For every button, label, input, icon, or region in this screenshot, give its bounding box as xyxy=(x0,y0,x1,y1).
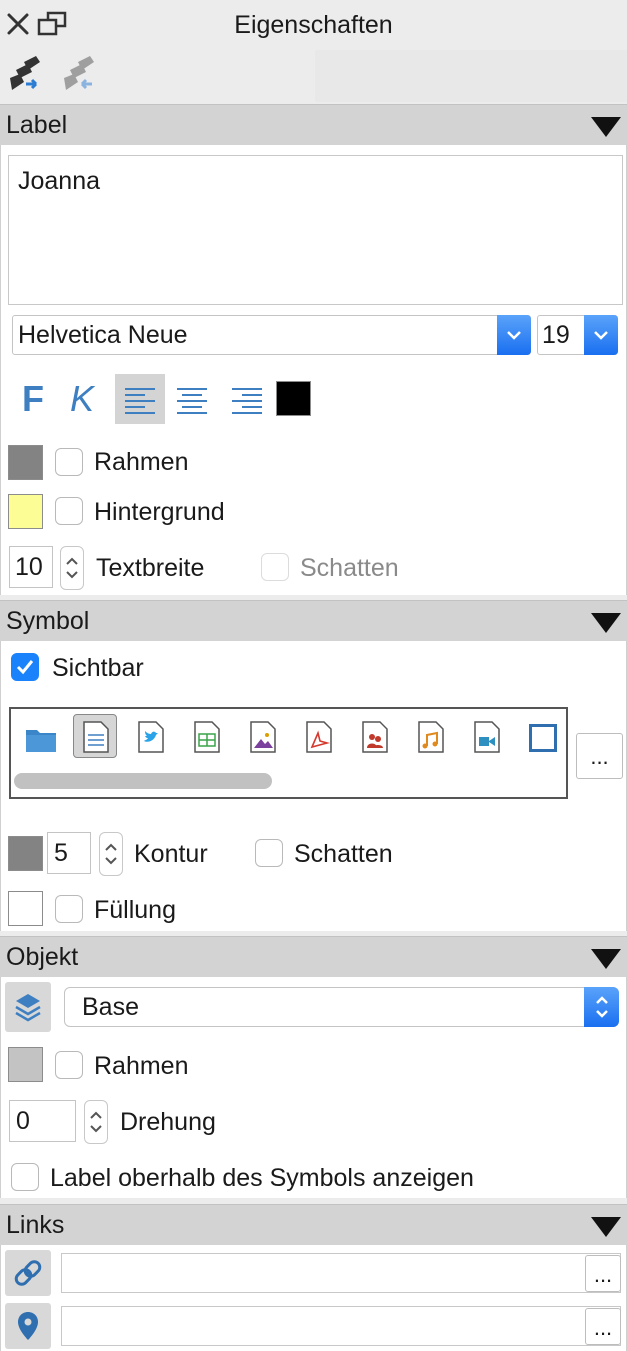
fill-color-swatch[interactable] xyxy=(8,891,43,926)
rotation-label: Drehung xyxy=(120,1108,216,1136)
twitter-icon[interactable] xyxy=(138,721,164,753)
label-section-header[interactable]: Label xyxy=(0,104,627,145)
layers-button[interactable] xyxy=(5,982,51,1032)
label-above-label: Label oberhalb des Symbols anzeigen xyxy=(50,1164,474,1192)
location-pin-icon xyxy=(18,1312,38,1340)
rotation-value: 0 xyxy=(16,1107,30,1135)
links-section-header[interactable]: Links xyxy=(0,1204,627,1245)
bold-button[interactable]: F xyxy=(22,378,44,420)
dropdown-arrow-icon[interactable] xyxy=(584,315,618,355)
checkmark-icon xyxy=(16,660,34,675)
text-color-swatch[interactable] xyxy=(276,381,311,416)
link-more-button[interactable]: ... xyxy=(585,1255,621,1292)
align-left-button[interactable] xyxy=(115,374,165,424)
location-input[interactable]: ... xyxy=(61,1306,621,1346)
layers-icon xyxy=(15,994,41,1022)
section-title: Symbol xyxy=(6,607,90,635)
object-section-header[interactable]: Objekt xyxy=(0,936,627,977)
symbol-shadow-checkbox[interactable] xyxy=(255,839,283,867)
outline-stepper[interactable] xyxy=(99,832,123,876)
gallery-scrollbar[interactable] xyxy=(14,773,272,789)
more-label: ... xyxy=(590,744,609,769)
visible-checkbox[interactable] xyxy=(11,653,39,681)
object-frame-label: Rahmen xyxy=(94,1052,189,1080)
fill-checkbox[interactable] xyxy=(55,895,83,923)
folder-icon[interactable] xyxy=(25,727,57,753)
copy-style-icon[interactable] xyxy=(6,56,46,97)
text-width-value: 10 xyxy=(15,553,43,581)
symbol-more-button[interactable]: ... xyxy=(576,733,623,779)
outline-color-swatch[interactable] xyxy=(8,836,43,871)
rotation-stepper[interactable] xyxy=(84,1100,108,1144)
outline-width-value: 5 xyxy=(54,839,68,867)
italic-button[interactable]: K xyxy=(70,378,94,420)
toolbar-spacer xyxy=(315,50,627,102)
label-above-checkbox[interactable] xyxy=(11,1163,39,1191)
text-width-input[interactable]: 10 xyxy=(9,546,53,588)
outline-label: Kontur xyxy=(134,840,208,868)
label-text: Joanna xyxy=(18,167,101,195)
object-frame-checkbox[interactable] xyxy=(55,1051,83,1079)
window-title: Eigenschaften xyxy=(234,11,393,39)
symbol-shadow-label: Schatten xyxy=(294,840,393,868)
toolbar xyxy=(0,50,627,102)
title-bar: Eigenschaften xyxy=(0,0,627,50)
font-value: Helvetica Neue xyxy=(18,321,188,349)
location-button[interactable] xyxy=(5,1303,51,1349)
background-checkbox[interactable] xyxy=(55,497,83,525)
align-left-icon xyxy=(125,388,155,414)
font-select[interactable]: Helvetica Neue xyxy=(12,315,531,355)
align-center-icon[interactable] xyxy=(177,384,207,414)
location-more-button[interactable]: ... xyxy=(585,1308,621,1345)
link-button[interactable] xyxy=(5,1250,51,1296)
collapse-triangle-icon[interactable] xyxy=(591,1217,621,1237)
label-shadow-checkbox[interactable] xyxy=(261,553,289,581)
contacts-icon[interactable] xyxy=(362,721,388,753)
section-title: Links xyxy=(6,1211,65,1239)
document-icon xyxy=(83,721,109,753)
image-icon[interactable] xyxy=(250,721,276,753)
fill-label: Füllung xyxy=(94,896,176,924)
music-icon[interactable] xyxy=(418,721,444,753)
font-size-select[interactable]: 19 xyxy=(537,315,618,355)
collapse-triangle-icon[interactable] xyxy=(591,117,621,137)
document-icon-selected[interactable] xyxy=(73,714,117,758)
pdf-icon[interactable] xyxy=(306,721,332,753)
text-width-stepper[interactable] xyxy=(60,546,84,590)
visible-label: Sichtbar xyxy=(52,654,144,682)
dropdown-arrow-icon[interactable] xyxy=(497,315,531,355)
updown-arrow-icon[interactable] xyxy=(584,987,619,1027)
collapse-triangle-icon[interactable] xyxy=(591,613,621,633)
link-input[interactable]: ... xyxy=(61,1253,621,1293)
symbol-section-header[interactable]: Symbol xyxy=(0,600,627,641)
link-icon xyxy=(14,1260,42,1286)
object-frame-color-swatch[interactable] xyxy=(8,1047,43,1082)
frame-label: Rahmen xyxy=(94,448,189,476)
label-shadow-label: Schatten xyxy=(300,554,399,582)
frame-color-swatch[interactable] xyxy=(8,445,43,480)
spreadsheet-icon[interactable] xyxy=(194,721,220,753)
font-size-value: 19 xyxy=(542,321,570,349)
section-title: Label xyxy=(6,111,68,139)
background-color-swatch[interactable] xyxy=(8,494,43,529)
paste-style-icon[interactable] xyxy=(60,56,100,97)
section-title: Objekt xyxy=(6,943,79,971)
more-label: ... xyxy=(593,1262,613,1287)
layer-select[interactable]: Base xyxy=(64,987,619,1027)
outline-width-input[interactable]: 5 xyxy=(47,832,91,874)
collapse-triangle-icon[interactable] xyxy=(591,949,621,969)
align-right-icon[interactable] xyxy=(232,384,262,414)
background-label: Hintergrund xyxy=(94,498,225,526)
more-label: ... xyxy=(593,1315,613,1340)
rotation-input[interactable]: 0 xyxy=(9,1100,76,1142)
label-text-area[interactable]: Joanna xyxy=(8,155,623,305)
symbol-gallery[interactable] xyxy=(9,707,568,799)
layer-value: Base xyxy=(82,993,139,1021)
frame-checkbox[interactable] xyxy=(55,448,83,476)
video-icon[interactable] xyxy=(474,721,500,753)
square-icon[interactable] xyxy=(529,724,557,752)
text-width-label: Textbreite xyxy=(96,554,205,582)
